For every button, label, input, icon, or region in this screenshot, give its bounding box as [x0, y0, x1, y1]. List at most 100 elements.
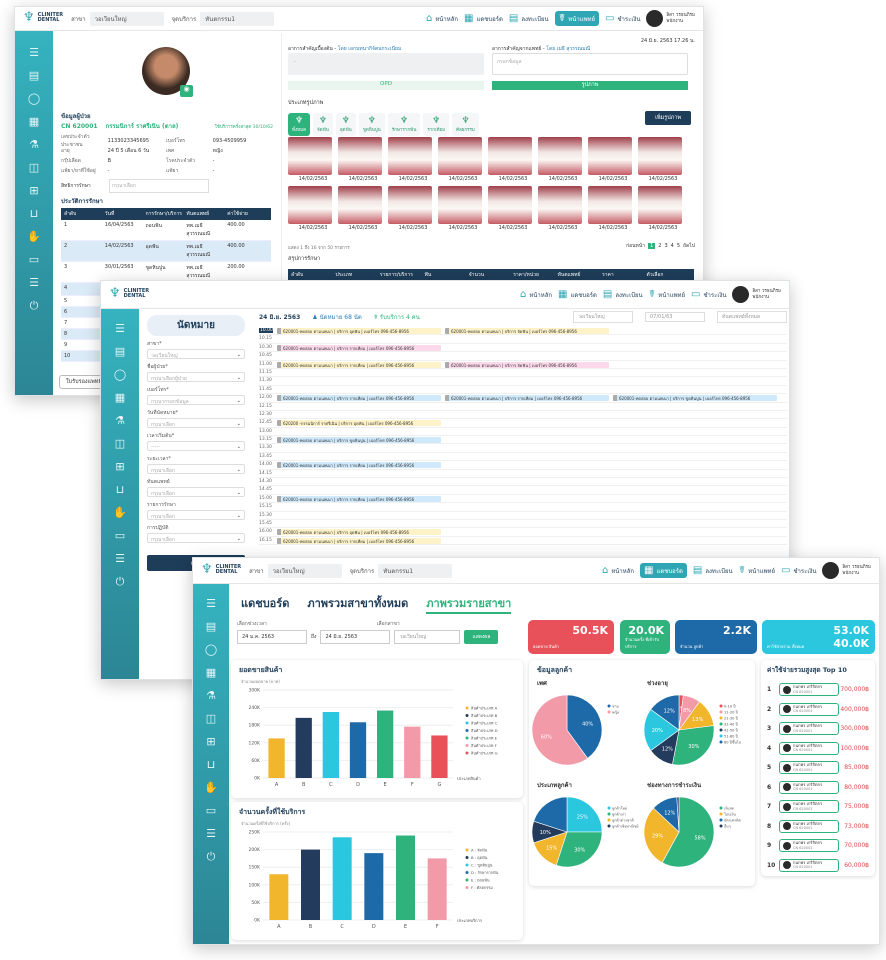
appointment-block[interactable]: 620001-ทดสอบ ตามนพเนา | บริการ รากเทียม …	[277, 495, 441, 502]
branch-filter[interactable]: วอเวียนใหญ่	[573, 311, 633, 323]
nav-dashboard[interactable]: ▦ แดชบอร์ด	[558, 289, 597, 300]
top10-item[interactable]: 10 กนกพร เกริกิตกร CN 620001 60,000฿	[767, 856, 869, 876]
nav-home[interactable]: ⌂ หน้าหลัก	[520, 289, 552, 300]
document-icon[interactable]: ▭	[204, 805, 218, 816]
document-icon[interactable]: ▭	[27, 254, 41, 265]
top10-item[interactable]: 4 กนกพร เกริกิตกร CN 620001 100,000฿	[767, 739, 869, 759]
menu-icon[interactable]: ☰	[27, 47, 41, 58]
photo-thumb[interactable]: 14/02/2563	[288, 137, 338, 182]
opd-tab[interactable]: OPD	[288, 81, 484, 90]
photo-thumb[interactable]: 14/02/2563	[488, 186, 538, 231]
nav-doctor[interactable]: ☤ หน้าแพทย์	[739, 565, 775, 576]
photo-thumb[interactable]: 14/02/2563	[638, 137, 688, 182]
hand-icon[interactable]: ✋	[27, 231, 41, 242]
top10-item[interactable]: 7 กนกพร เกริกิตกร CN 620001 75,000฿	[767, 797, 869, 817]
photo-thumb[interactable]: 14/02/2563	[338, 186, 388, 231]
flask-icon[interactable]: ⚗	[27, 139, 41, 150]
photo-thumb[interactable]: 14/02/2563	[338, 137, 388, 182]
list-icon[interactable]: ▤	[204, 621, 218, 632]
nav-home[interactable]: ⌂ หน้าหลัก	[602, 565, 634, 576]
appointment-block[interactable]: 620001-ทดสอบ ตามนพเนา | บริการ รากเทียม …	[277, 344, 441, 351]
symptom-field[interactable]: -	[288, 53, 484, 75]
grid-icon[interactable]: ⊞	[27, 185, 41, 196]
sliders-icon[interactable]: ☰	[113, 553, 127, 564]
nav-register[interactable]: ▤ ลงทะเบียน	[509, 13, 549, 24]
form-field[interactable]: --:-- ⌄	[147, 441, 245, 451]
top10-item[interactable]: 8 กนกพร เกริกิตกร CN 620001 73,000฿	[767, 817, 869, 837]
tab-per-branch[interactable]: ภาพรวมรายสาขา	[426, 594, 512, 614]
image-tab-6[interactable]: ♆ รากเทียม	[423, 113, 450, 136]
service-select[interactable]: ทันตกรรม1	[378, 563, 453, 578]
appointment-block[interactable]: 620001-ทดสอบ ตามนพเนา | บริการ รากเทียม …	[277, 395, 441, 402]
nav-doctor[interactable]: ☤ หน้าแพทย์	[554, 11, 599, 26]
cart-icon[interactable]: ⊔	[113, 484, 127, 495]
photo-thumb[interactable]: 14/02/2563	[288, 186, 338, 231]
list-icon[interactable]: ▤	[113, 346, 127, 357]
photo-thumb[interactable]: 14/02/2563	[388, 137, 438, 182]
menu-icon[interactable]: ☰	[204, 598, 218, 609]
top10-item[interactable]: 2 กนกพร เกริกิตกร CN 620001 400,000฿	[767, 700, 869, 720]
chat-icon[interactable]: ◯	[113, 369, 127, 380]
branch-dropdown[interactable]: วอเวียนใหญ่	[394, 630, 461, 644]
nav-doctor[interactable]: ☤ หน้าแพทย์	[649, 289, 685, 300]
add-image-button[interactable]: เพิ่มรูปภาพ	[645, 111, 691, 125]
doctor-symptom-field[interactable]: กรอกข้อมูล	[492, 53, 688, 75]
form-field[interactable]: กรุณาเลือก ⌄	[147, 418, 245, 428]
image-tab-7[interactable]: ♆ ศัลยกรรม	[452, 113, 479, 136]
appointment-block[interactable]: 620001-ทดสอบ ตามนพเนา | บริการ ขูดหินปูน…	[277, 437, 441, 444]
nav-register[interactable]: ▤ ลงทะเบียน	[693, 565, 733, 576]
tab-dashboard[interactable]: แดชบอร์ด	[241, 594, 289, 614]
form-field[interactable]: กรุณาเลือกผู้ป่วย ⌄	[147, 372, 245, 382]
top10-item[interactable]: 1 กนกพร เกริกิตกร CN 620001 700,000฿	[767, 680, 869, 700]
records-icon[interactable]: ▦	[113, 392, 127, 403]
image-tab[interactable]: รูปภาพ	[492, 81, 688, 90]
branch-select[interactable]: วอเวียนใหญ่	[89, 11, 164, 26]
cart-icon[interactable]: ⊔	[27, 208, 41, 219]
flask-icon[interactable]: ⚗	[204, 690, 218, 701]
photo-thumb[interactable]: 14/02/2563	[638, 186, 688, 231]
top10-item[interactable]: 3 กนกพร เกริกิตกร CN 620001 300,000฿	[767, 719, 869, 739]
image-tab-1[interactable]: ♆ ทั้งหมด	[288, 113, 311, 136]
clipboard-icon[interactable]: ◫	[27, 162, 41, 173]
history-row[interactable]: 1 16/04/2563 ถอนฟัน ทพ.เมธี สุวรรณมณี 400.00	[61, 220, 271, 241]
grid-icon[interactable]: ⊞	[204, 736, 218, 747]
photo-thumb[interactable]: 14/02/2563	[538, 137, 588, 182]
chat-icon[interactable]: ◯	[27, 93, 41, 104]
form-field[interactable]: กรุณาเลือก ⌄	[147, 533, 245, 543]
appointment-block[interactable]: 620001-ทดสอบ ตามนพเนา | บริการ รากเทียม …	[277, 361, 441, 368]
prev-page[interactable]: ก่อนหน้า	[626, 242, 645, 250]
list-icon[interactable]: ▤	[27, 70, 41, 81]
photo-thumb[interactable]: 14/02/2563	[438, 186, 488, 231]
next-page[interactable]: ถัดไป	[683, 242, 695, 250]
chat-icon[interactable]: ◯	[204, 644, 218, 655]
image-tab-4[interactable]: ♆ ขูดหินปูน	[358, 113, 385, 136]
page-number[interactable]: 3	[664, 243, 667, 249]
cart-icon[interactable]: ⊔	[204, 759, 218, 770]
user-profile[interactable]: ลิสา วรธนภิรม พนักงาน	[822, 562, 871, 579]
page-number[interactable]: 1	[648, 243, 656, 249]
form-field[interactable]: กรุณาเลือก ⌄	[147, 487, 245, 497]
user-profile[interactable]: ลิสา วรธนภิรม พนักงาน	[732, 286, 781, 303]
menu-icon[interactable]: ☰	[113, 323, 127, 334]
photo-thumb[interactable]: 14/02/2563	[488, 137, 538, 182]
hand-icon[interactable]: ✋	[204, 782, 218, 793]
form-field[interactable]: วอเวียนใหญ่ ⌄	[147, 349, 245, 359]
photo-thumb[interactable]: 14/02/2563	[588, 186, 638, 231]
sliders-icon[interactable]: ☰	[204, 828, 218, 839]
appointment-block[interactable]: 620001-ทดสอบ ตามนพเนา | บริการ รากเทียม …	[445, 395, 609, 402]
page-number[interactable]: 4	[671, 243, 674, 249]
image-tab-3[interactable]: ♆ อุดฟัน	[335, 113, 356, 136]
nav-dashboard[interactable]: ▦ แดชบอร์ด	[464, 13, 503, 24]
nav-register[interactable]: ▤ ลงทะเบียน	[603, 289, 643, 300]
camera-icon[interactable]: ◉	[180, 85, 193, 97]
appointment-block[interactable]: 620001-ทดสอบ ตามนพเนา | บริการ อุดฟัน | …	[277, 328, 441, 334]
form-field[interactable]: กรุณาเลือก ⌄	[147, 464, 245, 474]
appointment-block[interactable]: 620001-ทดสอบ ตามนพเนา | บริการ ขูดหินปูน…	[613, 395, 777, 402]
appointment-block[interactable]: 620200 -กรรมนิการ์ ราศรีเนิน | บริการ อุ…	[277, 420, 441, 427]
document-icon[interactable]: ▭	[113, 530, 127, 541]
date-to[interactable]: 24 มิ.ย. 2563	[320, 630, 391, 644]
sliders-icon[interactable]: ☰	[27, 277, 41, 288]
user-profile[interactable]: ลิสา วรธนภิรม พนักงาน	[646, 10, 695, 27]
rights-select[interactable]: กรุณาเลือก	[109, 179, 209, 193]
appointment-block[interactable]: 620001-ทดสอบ ตามนพเนา | บริการ อุดฟัน | …	[277, 529, 441, 536]
